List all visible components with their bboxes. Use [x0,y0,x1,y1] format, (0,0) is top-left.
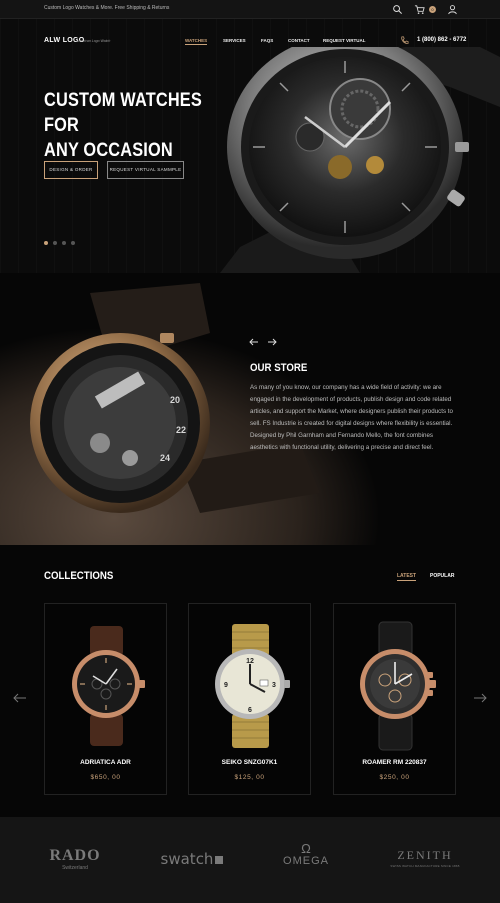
omega-symbol: Ω [301,841,311,856]
store-prev-arrow-icon[interactable] [248,337,260,347]
product-price: $650, 00 [90,774,121,781]
product-image-adriatica [72,626,145,746]
brand-logos-strip: RADO Switzerland swatch Ω OMEGA ZENITH S… [0,817,500,903]
svg-text:20: 20 [170,395,180,405]
omega-wordmark: OMEGA [283,855,329,867]
store-description: As many of you know, our company has a w… [250,384,453,452]
product-card[interactable]: ROAMER RM 220837 $250, 00 [333,603,456,795]
brand-logo-zenith[interactable]: ZENITH SWISS WATCH MANUFACTURE SINCE 186… [388,848,462,868]
brand-logo-omega[interactable]: Ω OMEGA [272,841,340,867]
cart-icon[interactable] [414,4,425,15]
tab-popular[interactable]: POPULAR [430,573,454,579]
design-order-button[interactable]: DESIGN & ORDER [44,161,98,179]
hero-title: CUSTOM WATCHES FOR ANY OCCASION [44,88,216,163]
svg-text:9: 9 [224,682,228,689]
slider-dot-4[interactable] [71,241,75,245]
brand-logo-swatch[interactable]: swatch [156,850,228,868]
store-title: OUR STORE [250,362,308,374]
top-bar: Custom Logo Watches & More. Free Shippin… [0,0,500,19]
product-card[interactable]: 12 6 9 3 SEIKO SNZG07K1 $125, 00 [188,603,311,795]
logo-tagline: American Logo Watch [76,39,111,43]
product-name: SEIKO SNZG07K1 [221,759,278,766]
svg-text:24: 24 [160,453,170,463]
nav-services[interactable]: SERVICES [223,38,246,43]
product-name: ROAMER RM 220837 [362,759,427,766]
svg-text:3: 3 [272,682,276,689]
search-icon[interactable] [392,4,403,15]
nav-request-virtual[interactable]: REQUEST VIRTUAL [323,38,366,43]
nav-contact[interactable]: CONTACT [288,38,310,43]
svg-text:12: 12 [246,658,254,665]
hero-section: ALW LOGO American Logo Watch WATCHES SER… [0,19,500,273]
store-next-arrow-icon[interactable] [266,337,278,347]
collections-prev-arrow-icon[interactable] [12,692,28,704]
product-image-seiko: 12 6 9 3 [215,624,290,748]
request-virtual-sample-button[interactable]: REQUEST VIRTUAL SAMMPLE [107,161,184,179]
tab-latest[interactable]: LATEST [397,573,417,581]
nav-faqs[interactable]: FAQS [261,38,273,43]
brand-logo-rado[interactable]: RADO Switzerland [40,847,110,871]
slider-dot-1[interactable] [44,241,48,245]
promo-text: Custom Logo Watches & More. Free Shippin… [44,5,170,11]
svg-text:22: 22 [176,425,186,435]
svg-text:6: 6 [248,707,252,714]
nav-watches[interactable]: WATCHES [185,38,208,45]
zenith-subtitle: SWISS WATCH MANUFACTURE SINCE 1865 [390,864,460,868]
swatch-square-mark [215,856,224,864]
phone-icon [401,36,409,44]
slider-dot-3[interactable] [62,241,66,245]
product-card[interactable]: ADRIATICA ADR $650, 00 [44,603,167,795]
slider-dot-2[interactable] [53,241,57,245]
zenith-wordmark: ZENITH [397,848,453,862]
our-store-section: 20 22 24 OUR STORE As many of you know, ou… [0,273,500,545]
product-price: $250, 00 [379,774,410,781]
hero-title-line-2: ANY OCCASION [44,140,173,161]
hero-watch-image [220,47,500,273]
phone-number[interactable]: 1 (800) 862 - 6772 [417,37,466,43]
collections-next-arrow-icon[interactable] [472,692,488,704]
collections-title: COLLECTIONS [44,570,114,582]
swatch-wordmark: swatch [160,850,214,868]
hero-title-line-1: CUSTOM WATCHES FOR [44,90,202,136]
user-icon[interactable] [447,4,458,15]
product-image-roamer [360,621,436,751]
product-name: ADRIATICA ADR [80,759,131,766]
product-price: $125, 00 [234,774,265,781]
cart-count-badge: 0 [429,6,436,13]
rado-wordmark: RADO [49,847,101,864]
rado-subtitle: Switzerland [62,865,88,871]
collections-section: COLLECTIONS LATEST POPULAR ADRIATICA ADR… [0,545,500,817]
